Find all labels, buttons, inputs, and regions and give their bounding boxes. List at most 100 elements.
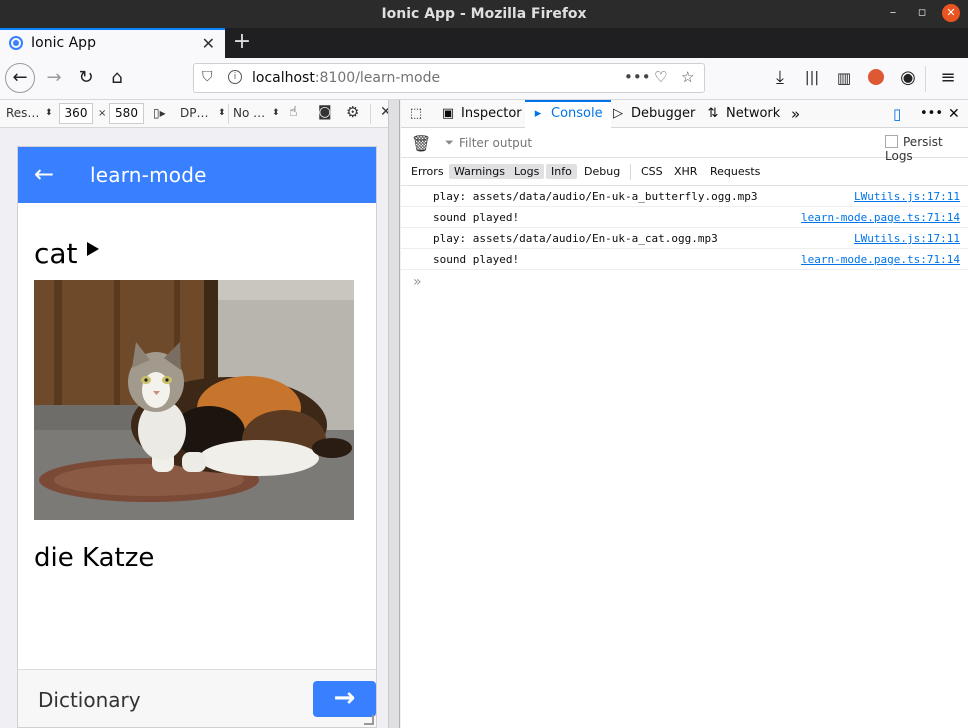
filter-css[interactable]: CSS	[636, 164, 668, 179]
word-label: cat	[34, 237, 78, 270]
site-info-icon[interactable]: i	[228, 70, 242, 84]
tab-inspector-label: Inspector	[461, 106, 522, 121]
log-source-link[interactable]: LWutils.js:17:11	[854, 232, 960, 245]
device-viewport: ← learn-mode cat die Katze Dictionary →	[17, 146, 377, 728]
next-arrow-button[interactable]: →	[313, 681, 376, 717]
filter-errors[interactable]: Errors	[406, 164, 449, 179]
word-row: cat	[34, 237, 99, 270]
rotate-icon[interactable]: ▯▸	[153, 106, 166, 120]
maximize-icon[interactable]: ▫	[913, 4, 931, 22]
tab-debugger[interactable]: ▷ Debugger	[611, 100, 695, 128]
tab-network-label: Network	[726, 106, 781, 121]
checkbox-box[interactable]	[885, 135, 898, 148]
inspector-icon: ▣	[441, 106, 455, 121]
device-selector[interactable]: Res…	[6, 106, 39, 120]
bookmark-star-icon[interactable]: ☆	[681, 68, 694, 86]
element-picker-icon[interactable]: ⬚	[409, 100, 429, 128]
chevron-icon: ⬍	[272, 108, 280, 118]
viewport-width-input[interactable]: 360	[59, 103, 93, 124]
screenshot-icon[interactable]: ◙	[318, 104, 332, 120]
tab-label: Ionic App	[31, 35, 96, 51]
reload-icon[interactable]: ↻	[72, 64, 100, 92]
downloads-icon[interactable]: ⤓	[766, 64, 794, 92]
tab-console[interactable]: ▸ Console	[525, 100, 611, 128]
filter-output-input[interactable]	[439, 133, 869, 153]
page-actions-icon[interactable]: •••	[624, 68, 651, 86]
viewport-resize-handle[interactable]	[364, 715, 374, 725]
touch-simulation-icon[interactable]: ☝	[289, 104, 298, 120]
browser-tab[interactable]: Ionic App ✕	[0, 28, 225, 58]
new-tab-icon[interactable]: +	[232, 29, 252, 54]
log-source-link[interactable]: LWutils.js:17:11	[854, 190, 960, 203]
rdm-toolbar: Res… ⬍ 360 × 580 ▯▸ DP… ⬍ No … ⬍ ☝ ◙ ⚙ ✕	[0, 100, 400, 128]
menu-icon[interactable]: ≡	[934, 64, 962, 92]
navigation-toolbar: ← → ↻ ⌂ ⛉ i localhost:8100/learn-mode ••…	[0, 58, 968, 100]
close-devtools-icon[interactable]: ✕	[948, 100, 960, 128]
devtools-tabbar: ⬚ ▣ Inspector ▸ Console ▷ Debugger ⇅ Network…	[401, 100, 968, 128]
clear-console-icon[interactable]: 🗑	[411, 134, 431, 153]
back-icon[interactable]: ←	[5, 63, 35, 93]
debugger-icon: ▷	[613, 106, 623, 121]
filter-divider	[630, 164, 631, 180]
close-tab-icon[interactable]: ✕	[202, 34, 215, 53]
close-window-icon[interactable]: ✕	[942, 4, 960, 22]
tracking-shield-icon[interactable]: ⛉	[202, 69, 213, 85]
console-toolbar: 🗑 ⏷ Persist Logs	[401, 128, 968, 163]
ionic-favicon-icon	[9, 36, 23, 50]
log-row: sound played! learn-mode.page.ts:71:14	[401, 207, 968, 228]
viewport-height-input[interactable]: 580	[109, 103, 144, 124]
duckduckgo-icon[interactable]	[862, 64, 890, 92]
back-arrow-icon[interactable]: ←	[34, 160, 54, 188]
chevron-icon: ⬍	[218, 108, 226, 118]
more-tabs-chevron-icon[interactable]: »	[791, 100, 800, 128]
url-text[interactable]: localhost:8100/learn-mode	[252, 70, 440, 86]
translation-label: die Katze	[34, 543, 155, 573]
tab-inspector[interactable]: ▣ Inspector	[441, 100, 522, 128]
log-source-link[interactable]: learn-mode.page.ts:71:14	[801, 253, 960, 266]
network-icon: ⇅	[707, 106, 719, 121]
filter-requests[interactable]: Requests	[705, 164, 765, 179]
devtools-splitter[interactable]	[388, 100, 400, 728]
tab-strip: Ionic App ✕ +	[0, 28, 968, 58]
devtools-menu-icon[interactable]: •••	[920, 100, 943, 128]
cat-photo-illustration	[34, 280, 354, 520]
app-header: ← learn-mode	[18, 147, 376, 203]
log-message: play: assets/data/audio/En-uk-a_cat.ogg.…	[433, 232, 718, 245]
minimize-icon[interactable]: –	[884, 4, 902, 22]
filter-logs[interactable]: Logs	[509, 164, 545, 179]
library-icon[interactable]: |||	[798, 64, 826, 92]
throttle-selector[interactable]: No …	[233, 106, 265, 120]
settings-gear-icon[interactable]: ⚙	[346, 103, 359, 121]
log-message: play: assets/data/audio/En-uk-a_butterfl…	[433, 190, 758, 203]
log-source-link[interactable]: learn-mode.page.ts:71:14	[801, 211, 960, 224]
url-bar[interactable]: ⛉ i localhost:8100/learn-mode ••• ♡ ☆	[193, 63, 705, 93]
sidebar-icon[interactable]: ▥	[830, 64, 858, 92]
page-title: learn-mode	[90, 163, 207, 187]
tab-network[interactable]: ⇅ Network	[706, 100, 781, 128]
console-input-prompt[interactable]: »	[413, 274, 422, 290]
forward-icon[interactable]: →	[40, 64, 68, 92]
filter-warnings[interactable]: Warnings	[449, 164, 510, 179]
responsive-mode-icon[interactable]: ▯	[893, 100, 901, 128]
log-message: sound played!	[433, 253, 520, 266]
chevron-icon: ⬍	[45, 108, 53, 118]
pocket-icon[interactable]: ♡	[654, 68, 667, 86]
dimension-separator: ×	[98, 108, 107, 119]
log-row: sound played! learn-mode.page.ts:71:14	[401, 249, 968, 270]
url-path: :8100/learn-mode	[314, 70, 441, 86]
app-footer: Dictionary →	[18, 669, 376, 727]
filter-debug[interactable]: Debug	[579, 164, 625, 179]
home-icon[interactable]: ⌂	[103, 64, 131, 92]
dictionary-label[interactable]: Dictionary	[38, 688, 141, 712]
tab-debugger-label: Debugger	[631, 106, 696, 121]
filter-xhr[interactable]: XHR	[669, 164, 702, 179]
dpr-selector[interactable]: DP…	[180, 106, 208, 120]
account-icon[interactable]: ◉	[894, 64, 922, 92]
play-icon[interactable]	[87, 242, 99, 256]
filter-info[interactable]: Info	[546, 164, 577, 179]
tab-console-label: Console	[551, 106, 603, 121]
url-host: localhost	[252, 70, 315, 86]
window-title: Ionic App - Mozilla Firefox	[381, 6, 587, 22]
toolbar-divider	[925, 66, 926, 92]
cat-photo	[34, 280, 354, 520]
